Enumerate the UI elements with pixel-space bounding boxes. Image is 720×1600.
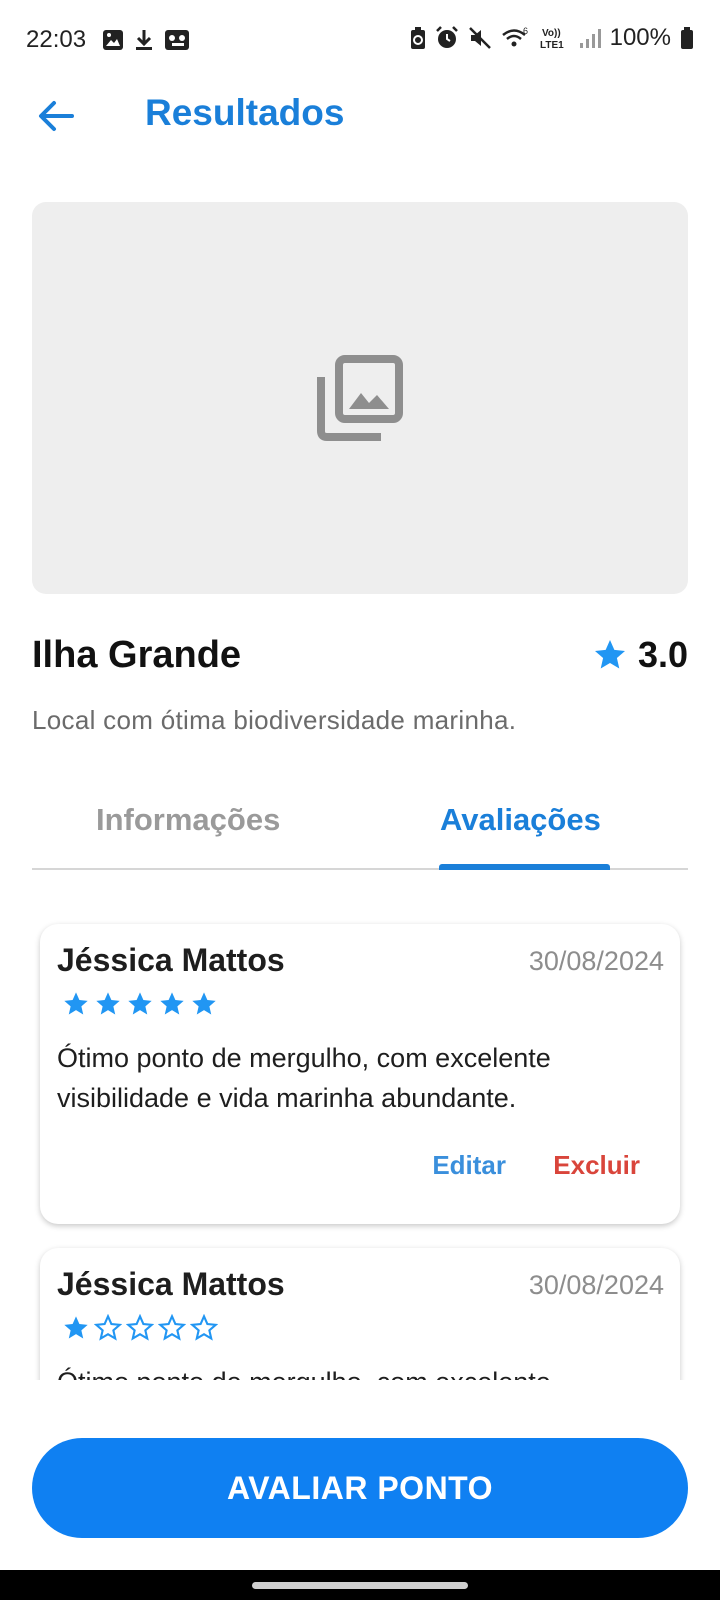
back-button[interactable] xyxy=(32,92,80,140)
svg-text:Vo)): Vo)) xyxy=(542,28,561,39)
delete-review-button[interactable]: Excluir xyxy=(553,1150,640,1181)
arrow-left-icon xyxy=(39,101,74,131)
review-date: 30/08/2024 xyxy=(528,946,664,976)
tab-bar: Informações Avaliações xyxy=(32,780,688,870)
star-outline-icon xyxy=(190,1314,218,1341)
review-card: Jéssica Mattos 30/08/2024 Ótimo ponto de… xyxy=(40,1248,680,1380)
mute-icon xyxy=(468,27,491,49)
app-bar: Resultados xyxy=(0,80,720,150)
status-bar: 22:03 6 Vo)) LTE1 100% xyxy=(0,0,720,80)
volte-icon: Vo))LTE1 xyxy=(540,28,564,50)
review-author: Jéssica Mattos xyxy=(57,1266,285,1302)
svg-text:6: 6 xyxy=(523,26,528,36)
photo-library-icon xyxy=(317,355,403,441)
review-text: Ótimo ponto de mergulho, com excelente v… xyxy=(57,1043,551,1113)
rating-summary: 3.0 xyxy=(592,634,688,676)
place-name: Ilha Grande xyxy=(32,634,242,676)
star-outline-icon xyxy=(94,1314,122,1341)
review-date: 30/08/2024 xyxy=(528,1270,664,1300)
place-image xyxy=(32,202,688,594)
review-card: Jéssica Mattos 30/08/2024 Ótimo ponto de… xyxy=(40,924,680,1224)
page-title: Resultados xyxy=(145,92,345,133)
place-description: Local com ótima biodiversidade marinha. xyxy=(32,705,517,735)
star-outline-icon xyxy=(126,1314,154,1341)
battery-icon xyxy=(681,27,693,49)
tab-indicator xyxy=(439,864,610,870)
tab-informacoes[interactable]: Informações xyxy=(96,802,280,838)
star-filled-icon xyxy=(128,992,152,1015)
review-author: Jéssica Mattos xyxy=(57,942,285,978)
voicemail-icon xyxy=(165,30,189,50)
review-stars xyxy=(62,990,218,1018)
wifi-6-icon: 6 xyxy=(501,26,528,47)
status-time: 22:03 xyxy=(26,26,87,53)
star-filled-icon xyxy=(192,992,216,1015)
alarm-icon xyxy=(435,26,458,48)
review-text: Ótimo ponto de mergulho, com excelente v… xyxy=(57,1362,657,1380)
tab-avaliacoes[interactable]: Avaliações xyxy=(440,802,601,838)
signal-icon xyxy=(579,29,601,48)
star-filled-icon xyxy=(64,1316,88,1339)
star-icon xyxy=(594,640,625,669)
star-filled-icon xyxy=(96,992,120,1015)
svg-text:LTE1: LTE1 xyxy=(540,40,564,50)
battery-saver-icon xyxy=(410,27,425,49)
reviews-list[interactable]: Jéssica Mattos 30/08/2024 Ótimo ponto de… xyxy=(0,880,720,1380)
home-handle[interactable] xyxy=(252,1582,468,1589)
battery-percent: 100% xyxy=(609,24,671,51)
star-filled-icon xyxy=(160,992,184,1015)
edit-review-button[interactable]: Editar xyxy=(432,1150,506,1181)
rating-value: 3.0 xyxy=(637,634,688,675)
download-icon xyxy=(136,30,152,50)
system-nav-bar xyxy=(0,1570,720,1600)
star-filled-icon xyxy=(64,992,88,1015)
status-left-icons xyxy=(102,28,190,52)
review-stars xyxy=(62,1314,218,1342)
status-right: 6 Vo)) LTE1 100% xyxy=(410,24,694,52)
rate-spot-button[interactable]: AVALIAR PONTO xyxy=(32,1438,688,1538)
gallery-icon xyxy=(103,30,123,50)
star-outline-icon xyxy=(158,1314,186,1341)
